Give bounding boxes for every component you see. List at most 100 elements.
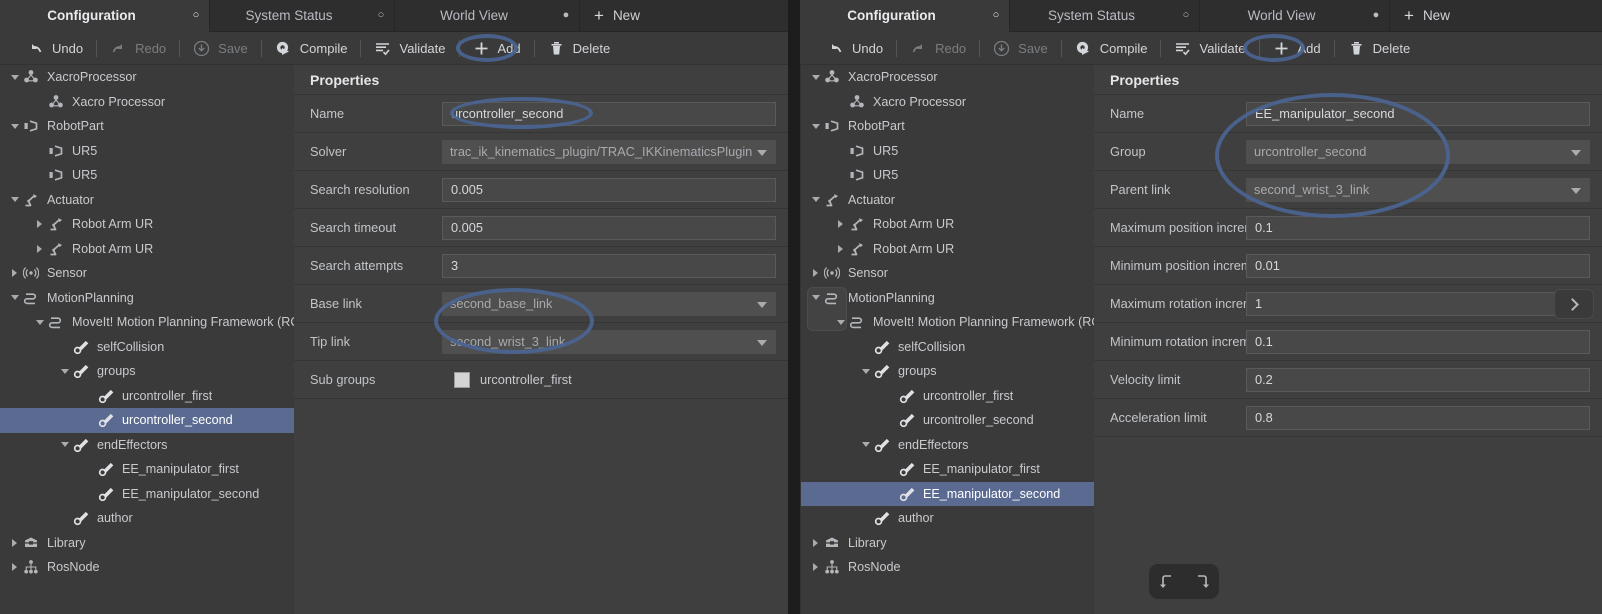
chevron-down-icon[interactable] — [33, 310, 46, 334]
property-input-minimum-rotation-increment[interactable]: 0.1 — [1246, 329, 1590, 354]
tree-item-sensor[interactable]: Sensor — [0, 261, 294, 286]
chevron-right-icon[interactable] — [33, 212, 46, 236]
tree-item-ur5[interactable]: UR5 — [801, 163, 1094, 188]
tree-item-moveit-motion-planning-framework-ro[interactable]: MoveIt! Motion Planning Framework (RO — [0, 310, 294, 335]
tree-item-ur5[interactable]: UR5 — [0, 139, 294, 164]
redo-button[interactable]: Redo — [897, 32, 979, 65]
chevron-down-icon[interactable] — [8, 286, 21, 310]
new-tab-button[interactable]: + New — [580, 0, 658, 31]
validate-button[interactable]: Validate — [1161, 32, 1258, 65]
chevron-right-icon[interactable] — [834, 212, 847, 236]
property-input-search-resolution[interactable]: 0.005 — [442, 177, 776, 202]
tree-item-library[interactable]: Library — [0, 531, 294, 556]
tree-item-selfcollision[interactable]: selfCollision — [801, 335, 1094, 360]
property-input-velocity-limit[interactable]: 0.2 — [1246, 367, 1590, 392]
delete-button[interactable]: Delete — [1335, 32, 1424, 65]
tree-item-rosnode[interactable]: RosNode — [0, 555, 294, 580]
property-input-name[interactable]: urcontroller_second — [442, 101, 776, 126]
property-input-maximum-rotation-increment[interactable]: 1 — [1246, 291, 1590, 316]
chevron-down-icon[interactable] — [8, 114, 21, 138]
property-input-search-timeout[interactable]: 0.005 — [442, 215, 776, 240]
tree-item-robotpart[interactable]: RobotPart — [0, 114, 294, 139]
tree-item-sensor[interactable]: Sensor — [801, 261, 1094, 286]
tree-item-rosnode[interactable]: RosNode — [801, 555, 1094, 580]
tree-item-robot-arm-ur[interactable]: Robot Arm UR — [0, 237, 294, 262]
tree-item-author[interactable]: author — [801, 506, 1094, 531]
chevron-down-icon[interactable] — [834, 310, 847, 334]
tree-item-groups[interactable]: groups — [0, 359, 294, 384]
tree-item-xacro-processor[interactable]: Xacro Processor — [0, 90, 294, 115]
chevron-right-icon[interactable] — [8, 555, 21, 579]
tree-item-endeffectors[interactable]: endEffectors — [801, 433, 1094, 458]
chevron-down-icon[interactable] — [809, 188, 822, 212]
tree-item-library[interactable]: Library — [801, 531, 1094, 556]
tab-world-view[interactable]: World View ● — [395, 0, 580, 31]
arrow-redo-curved-icon[interactable] — [1192, 572, 1212, 592]
add-button[interactable]: Add — [460, 32, 534, 65]
add-button[interactable]: Add — [1260, 32, 1334, 65]
property-input-acceleration-limit[interactable]: 0.8 — [1246, 405, 1590, 430]
tree-item-ee-manipulator-second[interactable]: EE_manipulator_second — [801, 481, 1094, 506]
chevron-down-icon[interactable] — [58, 433, 71, 457]
tree-item-selfcollision[interactable]: selfCollision — [0, 335, 294, 360]
property-dropdown-solver[interactable]: trac_ik_kinematics_plugin/TRAC_IKKinemat… — [442, 139, 776, 164]
chevron-down-icon[interactable] — [809, 114, 822, 138]
chevron-right-icon[interactable] — [834, 237, 847, 261]
object-tree-left[interactable]: XacroProcessor Xacro Processor RobotPart UR… — [0, 65, 294, 614]
tree-item-actuator[interactable]: Actuator — [801, 188, 1094, 213]
new-tab-button[interactable]: + New — [1390, 0, 1468, 31]
property-dropdown-group[interactable]: urcontroller_second — [1246, 139, 1590, 164]
expand-row-button[interactable] — [1554, 289, 1594, 319]
checkbox-sub-groups[interactable] — [454, 371, 470, 388]
chevron-right-icon[interactable] — [8, 261, 21, 285]
chevron-down-icon[interactable] — [859, 359, 872, 383]
arrow-undo-curved-icon[interactable] — [1157, 572, 1177, 592]
chevron-right-icon[interactable] — [809, 555, 822, 579]
tree-item-ur5[interactable]: UR5 — [801, 139, 1094, 164]
tree-item-xacroprocessor[interactable]: XacroProcessor — [0, 65, 294, 90]
chevron-down-icon[interactable] — [809, 286, 822, 310]
chevron-down-icon[interactable] — [809, 65, 822, 89]
chevron-down-icon[interactable] — [8, 65, 21, 89]
chevron-down-icon[interactable] — [58, 359, 71, 383]
tree-item-moveit-motion-planning-framework-ro[interactable]: MoveIt! Motion Planning Framework (RO — [801, 310, 1094, 335]
property-dropdown-parent-link[interactable]: second_wrist_3_link — [1246, 177, 1590, 202]
property-dropdown-base-link[interactable]: second_base_link — [442, 291, 776, 316]
tab-configuration[interactable]: Configuration ○ — [800, 0, 1010, 32]
validate-button[interactable]: Validate — [361, 32, 458, 65]
chevron-right-icon[interactable] — [8, 531, 21, 555]
tree-item-motionplanning[interactable]: MotionPlanning — [801, 286, 1094, 311]
save-button[interactable]: Save — [980, 32, 1061, 65]
tab-configuration[interactable]: Configuration ○ — [0, 0, 210, 32]
tree-item-robot-arm-ur[interactable]: Robot Arm UR — [801, 237, 1094, 262]
compile-button[interactable]: Compile — [262, 32, 361, 65]
tree-item-robot-arm-ur[interactable]: Robot Arm UR — [801, 212, 1094, 237]
tab-world-view[interactable]: World View ● — [1200, 0, 1390, 31]
object-tree-right[interactable]: XacroProcessor Xacro Processor RobotPart UR… — [800, 65, 1094, 614]
tree-item-motionplanning[interactable]: MotionPlanning — [0, 286, 294, 311]
delete-button[interactable]: Delete — [535, 32, 624, 65]
tree-item-xacro-processor[interactable]: Xacro Processor — [801, 90, 1094, 115]
tree-item-urcontroller-second[interactable]: urcontroller_second — [801, 408, 1094, 433]
tree-item-robot-arm-ur[interactable]: Robot Arm UR — [0, 212, 294, 237]
tree-item-actuator[interactable]: Actuator — [0, 188, 294, 213]
tree-item-urcontroller-second[interactable]: urcontroller_second — [0, 408, 294, 433]
tree-item-urcontroller-first[interactable]: urcontroller_first — [0, 384, 294, 409]
property-input-minimum-position-increment[interactable]: 0.01 — [1246, 253, 1590, 278]
compile-button[interactable]: Compile — [1062, 32, 1161, 65]
undo-button[interactable]: Undo — [814, 32, 896, 65]
property-input-name[interactable]: EE_manipulator_second — [1246, 101, 1590, 126]
tree-item-ee-manipulator-second[interactable]: EE_manipulator_second — [0, 482, 294, 507]
tree-item-xacroprocessor[interactable]: XacroProcessor — [801, 65, 1094, 90]
tree-item-groups[interactable]: groups — [801, 359, 1094, 384]
tab-system-status[interactable]: System Status ○ — [1010, 0, 1200, 31]
tab-system-status[interactable]: System Status ○ — [210, 0, 395, 31]
tree-item-ur5[interactable]: UR5 — [0, 163, 294, 188]
tree-item-robotpart[interactable]: RobotPart — [801, 114, 1094, 139]
chevron-right-icon[interactable] — [809, 531, 822, 555]
undo-button[interactable]: Undo — [14, 32, 96, 65]
property-dropdown-tip-link[interactable]: second_wrist_3_link — [442, 329, 776, 354]
property-input-search-attempts[interactable]: 3 — [442, 253, 776, 278]
tree-item-ee-manipulator-first[interactable]: EE_manipulator_first — [0, 457, 294, 482]
tree-item-author[interactable]: author — [0, 506, 294, 531]
